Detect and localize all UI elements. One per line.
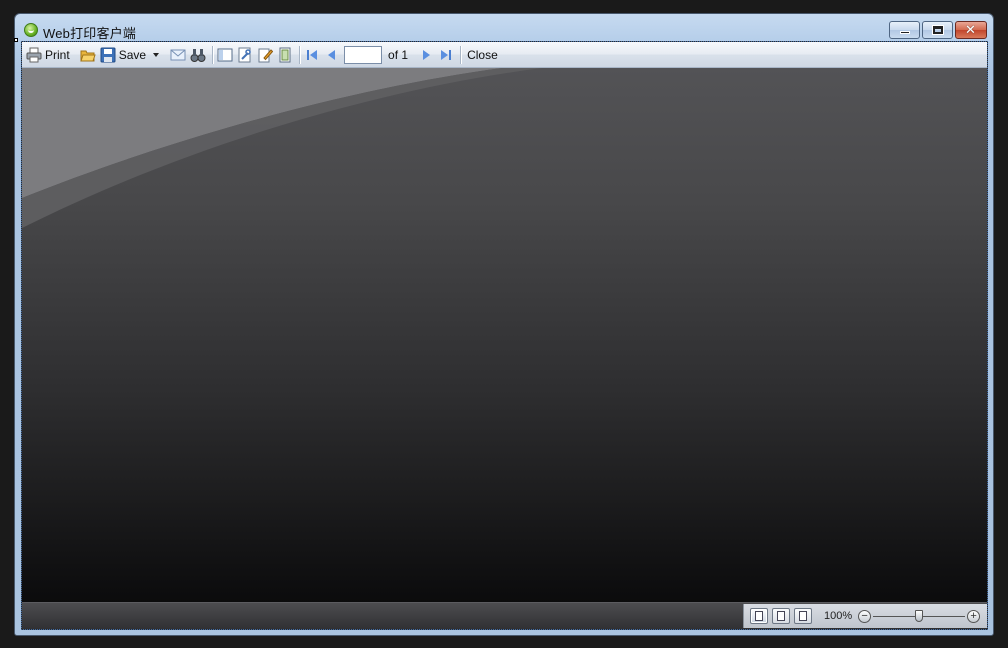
minimize-icon [900, 31, 910, 34]
window-controls: ✕ [889, 21, 987, 39]
save-button[interactable]: Save [100, 45, 166, 65]
page-setup-button[interactable] [277, 45, 293, 65]
print-label: Print [45, 47, 70, 62]
first-page-button[interactable] [304, 45, 320, 65]
save-label: Save [118, 47, 147, 62]
next-page-icon [423, 49, 431, 60]
zoom-slider-thumb[interactable] [915, 609, 924, 622]
wrench-icon [238, 47, 251, 62]
first-page-icon [307, 49, 318, 60]
continuous-view-button[interactable] [750, 608, 768, 624]
window-title: Web打印客户端 [43, 26, 137, 41]
report-canvas[interactable] [22, 68, 987, 603]
edit-button[interactable] [257, 45, 274, 65]
previous-page-icon [328, 49, 336, 60]
toolbar-separator [299, 45, 301, 64]
page-count-label: of 1 [388, 47, 409, 62]
envelope-icon [170, 49, 186, 60]
maximize-button[interactable] [922, 21, 953, 39]
chevron-down-icon[interactable] [152, 51, 160, 59]
previous-page-button[interactable] [324, 45, 340, 65]
parameters-button[interactable] [237, 45, 253, 65]
report-viewer: Print Save of 1 Close 100% − + [21, 41, 988, 630]
close-icon: ✕ [965, 22, 976, 37]
print-client-window: Web打印客户端 ✕ Print Save of 1 Close 100% − … [14, 13, 994, 636]
folder-open-icon [79, 50, 96, 61]
printer-icon [26, 47, 42, 62]
app-icon [24, 23, 38, 37]
zoom-in-button[interactable]: + [967, 609, 981, 623]
binoculars-icon [190, 48, 206, 62]
status-bar: 100% − + [22, 602, 987, 629]
plus-icon: + [970, 609, 977, 622]
open-button[interactable] [79, 45, 96, 65]
maximize-icon [932, 25, 944, 35]
resize-handle[interactable] [14, 38, 18, 42]
zoom-slider[interactable] [873, 609, 966, 623]
last-page-button[interactable] [438, 45, 454, 65]
close-report-button[interactable]: Close [465, 45, 504, 65]
toolbar-separator [212, 45, 214, 64]
close-window-button[interactable]: ✕ [955, 21, 987, 39]
minimize-button[interactable] [889, 21, 920, 39]
single-page-view-button[interactable] [772, 608, 790, 624]
zoom-level: 100% [824, 610, 853, 622]
print-button[interactable]: Print [26, 45, 76, 65]
current-page-input[interactable] [344, 45, 383, 64]
document-map-icon [217, 48, 233, 61]
title-bar[interactable]: Web打印客户端 ✕ [15, 14, 993, 41]
minus-icon: − [861, 609, 868, 622]
document-map-button[interactable] [217, 45, 233, 65]
zoom-panel: 100% − + [743, 604, 987, 628]
find-button[interactable] [190, 45, 206, 65]
pencil-page-icon [258, 48, 274, 62]
last-page-icon [441, 49, 452, 60]
toolbar-separator [460, 45, 462, 64]
background-swoosh [22, 68, 542, 228]
page-setup-icon [279, 47, 291, 62]
report-toolbar: Print Save of 1 Close [22, 42, 987, 68]
email-button[interactable] [170, 45, 186, 65]
floppy-disk-icon [100, 47, 116, 62]
next-page-button[interactable] [418, 45, 434, 65]
zoom-out-button[interactable]: − [858, 609, 872, 623]
multi-page-view-button[interactable] [794, 608, 812, 624]
close-label: Close [467, 47, 498, 62]
